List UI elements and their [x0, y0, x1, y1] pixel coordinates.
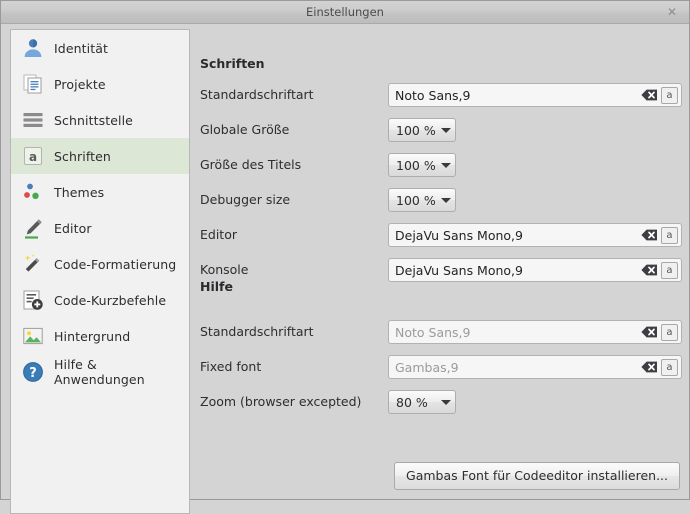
- chevron-down-icon: [437, 119, 455, 141]
- row-label-6: Standardschriftart: [200, 324, 314, 339]
- image-icon: [21, 324, 45, 348]
- font-entry-value: DejaVu Sans Mono,9: [389, 228, 639, 243]
- font-entry-5[interactable]: DejaVu Sans Mono,9 a: [388, 258, 682, 282]
- pencil-icon: [21, 216, 45, 240]
- size-combobox-1[interactable]: 100 %: [388, 118, 456, 142]
- row-label-3: Debugger size: [200, 192, 290, 207]
- size-combobox-8[interactable]: 80 %: [388, 390, 456, 414]
- clear-icon[interactable]: [639, 322, 659, 342]
- row-label-1: Globale Größe: [200, 122, 289, 137]
- font-entry-value: Noto Sans,9: [389, 88, 639, 103]
- row-label-2: Größe des Titels: [200, 157, 301, 172]
- clear-icon[interactable]: [639, 260, 659, 280]
- letter-a-icon: a: [21, 144, 45, 168]
- font-entry-7[interactable]: Gambas,9 a: [388, 355, 682, 379]
- font-chooser-button[interactable]: a: [661, 359, 678, 376]
- sidebar-item-7[interactable]: Code-Kurzbefehle: [11, 282, 189, 318]
- sidebar-item-4[interactable]: Themes: [11, 174, 189, 210]
- row-label-5: Konsole: [200, 262, 248, 277]
- svg-text:a: a: [29, 150, 37, 164]
- clear-icon[interactable]: [639, 357, 659, 377]
- settings-pane: Schriften Hilfe Gambas Font für Codeedit…: [198, 24, 689, 499]
- close-icon[interactable]: ✕: [663, 1, 681, 23]
- size-combobox-2[interactable]: 100 %: [388, 153, 456, 177]
- svg-text:?: ?: [29, 366, 37, 381]
- row-label-4: Editor: [200, 227, 237, 242]
- font-entry-value: Gambas,9: [389, 360, 639, 375]
- title-bar: Einstellungen ✕: [1, 1, 689, 24]
- font-entry-0[interactable]: Noto Sans,9 a: [388, 83, 682, 107]
- sidebar-item-8[interactable]: Hintergrund: [11, 318, 189, 354]
- sidebar-item-label: Themes: [54, 185, 104, 200]
- sidebar-item-0[interactable]: Identität: [11, 30, 189, 66]
- clear-icon[interactable]: [639, 225, 659, 245]
- group-title-fonts: Schriften: [200, 56, 265, 71]
- sidebar-item-label: Schriften: [54, 149, 111, 164]
- sidebar-item-label: Editor: [54, 221, 92, 236]
- sidebar-item-9[interactable]: ? Hilfe & Anwendungen: [11, 354, 189, 390]
- sidebar-item-label: Schnittstelle: [54, 113, 133, 128]
- font-entry-4[interactable]: DejaVu Sans Mono,9 a: [388, 223, 682, 247]
- combobox-value: 80 %: [389, 395, 437, 410]
- sidebar-item-label: Code-Kurzbefehle: [54, 293, 166, 308]
- sidebar-item-label: Identität: [54, 41, 108, 56]
- sidebar-item-label: Projekte: [54, 77, 106, 92]
- color-dots-icon: [21, 180, 45, 204]
- help-icon: ?: [21, 360, 45, 384]
- window-content: IdentitätProjekteSchnittstelleaSchriften…: [1, 24, 689, 499]
- lines-icon: [21, 108, 45, 132]
- window-title: Einstellungen: [1, 1, 689, 23]
- combobox-value: 100 %: [389, 158, 437, 173]
- sidebar-item-label: Hintergrund: [54, 329, 130, 344]
- font-chooser-button[interactable]: a: [661, 324, 678, 341]
- row-label-7: Fixed font: [200, 359, 261, 374]
- font-entry-value: Noto Sans,9: [389, 325, 639, 340]
- sidebar-item-label: Code-Formatierung: [54, 257, 176, 272]
- font-entry-value: DejaVu Sans Mono,9: [389, 263, 639, 278]
- sidebar-item-3[interactable]: a Schriften: [11, 138, 189, 174]
- combobox-value: 100 %: [389, 193, 437, 208]
- sidebar-item-1[interactable]: Projekte: [11, 66, 189, 102]
- row-label-8: Zoom (browser excepted): [200, 394, 361, 409]
- chevron-down-icon: [437, 391, 455, 413]
- magic-wand-icon: [21, 252, 45, 276]
- chevron-down-icon: [437, 154, 455, 176]
- sidebar-item-5[interactable]: Editor: [11, 210, 189, 246]
- font-chooser-button[interactable]: a: [661, 227, 678, 244]
- sidebar-item-2[interactable]: Schnittstelle: [11, 102, 189, 138]
- row-label-0: Standardschriftart: [200, 87, 314, 102]
- snippet-icon: [21, 288, 45, 312]
- user-icon: [21, 36, 45, 60]
- clear-icon[interactable]: [639, 85, 659, 105]
- font-entry-6[interactable]: Noto Sans,9 a: [388, 320, 682, 344]
- sidebar-item-label: Hilfe & Anwendungen: [54, 357, 189, 387]
- settings-category-list[interactable]: Identität Projekte Schnittstelle a Schriften…: [10, 29, 190, 514]
- combobox-value: 100 %: [389, 123, 437, 138]
- settings-window: Einstellungen ✕ Identität Projekte Schnitt…: [0, 0, 690, 500]
- chevron-down-icon: [437, 189, 455, 211]
- documents-icon: [21, 72, 45, 96]
- font-chooser-button[interactable]: a: [661, 262, 678, 279]
- install-gambas-font-button[interactable]: Gambas Font für Codeeditor installieren.…: [394, 462, 680, 490]
- sidebar-item-6[interactable]: Code-Formatierung: [11, 246, 189, 282]
- size-combobox-3[interactable]: 100 %: [388, 188, 456, 212]
- group-title-help: Hilfe: [200, 279, 233, 294]
- font-chooser-button[interactable]: a: [661, 87, 678, 104]
